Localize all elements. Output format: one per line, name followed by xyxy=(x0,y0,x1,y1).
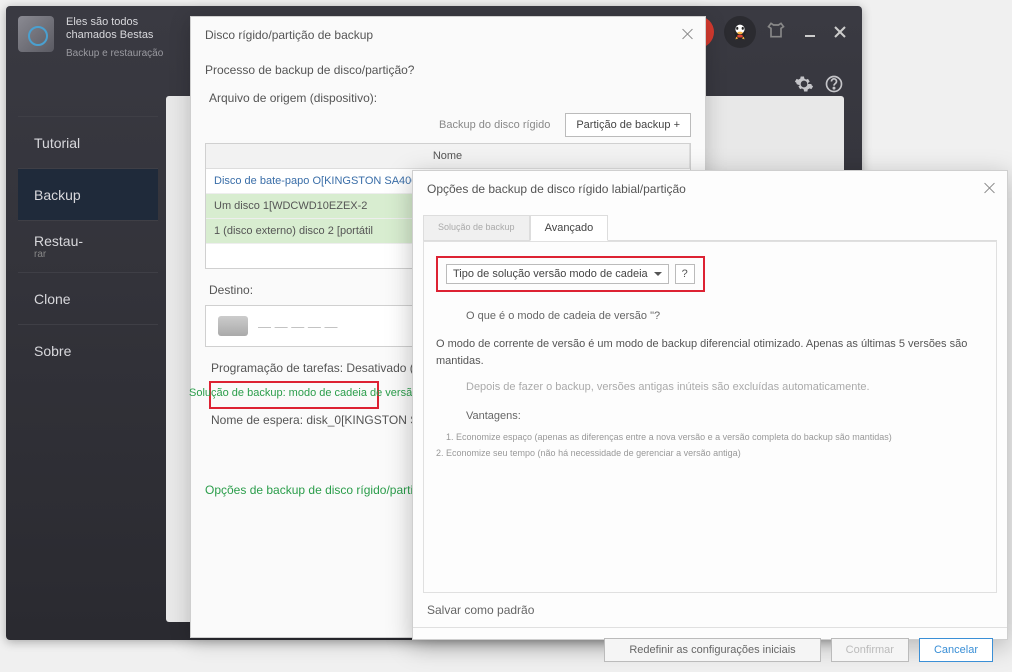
sidebar-item-sublabel: rar xyxy=(34,249,83,260)
skin-icon[interactable] xyxy=(766,20,790,44)
help-icon[interactable] xyxy=(824,74,844,94)
sidebar-item-label: Restau- xyxy=(34,233,83,249)
header-tools xyxy=(794,74,844,94)
option-tabs: Solução de backup Avançado xyxy=(423,215,997,241)
tab-advanced[interactable]: Avançado xyxy=(530,215,609,241)
dialog-footer: Redefinir as configurações iniciais Conf… xyxy=(413,627,1007,672)
th-name: Nome xyxy=(206,144,690,168)
info-question: O que é o modo de cadeia de versão "? xyxy=(466,310,984,322)
sidebar-item-label: Backup xyxy=(34,187,81,203)
options-link[interactable]: Opções de backup de disco rígido/partiçã… xyxy=(205,483,432,497)
dialog-title: Disco rígido/partição de backup xyxy=(191,17,705,53)
sidebar-item-backup[interactable]: Backup xyxy=(18,168,158,220)
close-icon[interactable] xyxy=(983,181,997,195)
title-line1: Eles são todos xyxy=(66,16,163,29)
confirm-button[interactable]: Confirmar xyxy=(831,638,909,662)
options-dialog: Opções de backup de disco rígido labial/… xyxy=(412,170,1008,640)
sidebar-item-restore[interactable]: Restau- rar xyxy=(18,220,158,272)
tab-solution[interactable]: Solução de backup xyxy=(423,215,530,240)
info-heading: Vantagens: xyxy=(466,410,984,422)
sidebar-item-label: Clone xyxy=(34,291,71,307)
dialog-title: Opções de backup de disco rígido labial/… xyxy=(413,171,1007,207)
info-block: O que é o modo de cadeia de versão "? O … xyxy=(466,310,984,458)
process-label: Processo de backup de disco/partição? xyxy=(205,63,691,77)
window-controls xyxy=(682,16,850,48)
dest-value: — — — — — xyxy=(258,319,337,334)
app-logo-icon xyxy=(18,16,54,52)
title-subtitle: Backup e restauração xyxy=(66,48,163,59)
reset-button[interactable]: Redefinir as configurações iniciais xyxy=(604,638,820,662)
info-paragraph: O modo de corrente de versão é um modo d… xyxy=(436,336,984,369)
cancel-button[interactable]: Cancelar xyxy=(919,638,993,662)
mode-tab-disk[interactable]: Backup do disco rígido xyxy=(428,113,561,137)
minimize-button[interactable] xyxy=(800,22,820,42)
dialog-title-text: Disco rígido/partição de backup xyxy=(205,28,373,42)
app-title: Eles são todos chamados Bestas Backup e … xyxy=(66,16,163,59)
gear-icon[interactable] xyxy=(794,74,814,94)
sidebar-item-about[interactable]: Sobre xyxy=(18,324,158,376)
source-label: Arquivo de origem (dispositivo): xyxy=(209,91,687,105)
sidebar-item-label: Tutorial xyxy=(34,135,80,151)
solution-type-highlight: Tipo de solução versão modo de cadeia ? xyxy=(436,256,705,292)
help-button[interactable]: ? xyxy=(675,264,695,284)
mode-tab-partition[interactable]: Partição de backup + xyxy=(565,113,691,137)
drive-icon xyxy=(218,316,248,336)
sidebar-item-clone[interactable]: Clone xyxy=(18,272,158,324)
mode-tabs: Backup do disco rígido Partição de backu… xyxy=(205,113,691,137)
share-qq-icon[interactable] xyxy=(724,16,756,48)
dialog-title-text: Opções de backup de disco rígido labial/… xyxy=(427,182,686,196)
close-button[interactable] xyxy=(830,22,850,42)
title-line2: chamados Bestas xyxy=(66,29,163,42)
sidebar-item-label: Sobre xyxy=(34,343,71,359)
sidebar-item-tutorial[interactable]: Tutorial xyxy=(18,116,158,168)
close-icon[interactable] xyxy=(681,27,695,41)
dropdown-value: Tipo de solução versão modo de cadeia xyxy=(453,268,648,280)
solution-type-dropdown[interactable]: Tipo de solução versão modo de cadeia xyxy=(446,264,669,284)
save-default-link[interactable]: Salvar como padrão xyxy=(427,603,993,617)
info-list-item: 1. Economize espaço (apenas as diferença… xyxy=(446,432,984,442)
options-body: Tipo de solução versão modo de cadeia ? … xyxy=(423,241,997,593)
sidebar: Tutorial Backup Restau- rar Clone Sobre xyxy=(18,116,158,376)
info-list-item: 2. Economize seu tempo (não há necessida… xyxy=(436,448,984,458)
info-paragraph: Depois de fazer o backup, versões antiga… xyxy=(466,379,984,396)
